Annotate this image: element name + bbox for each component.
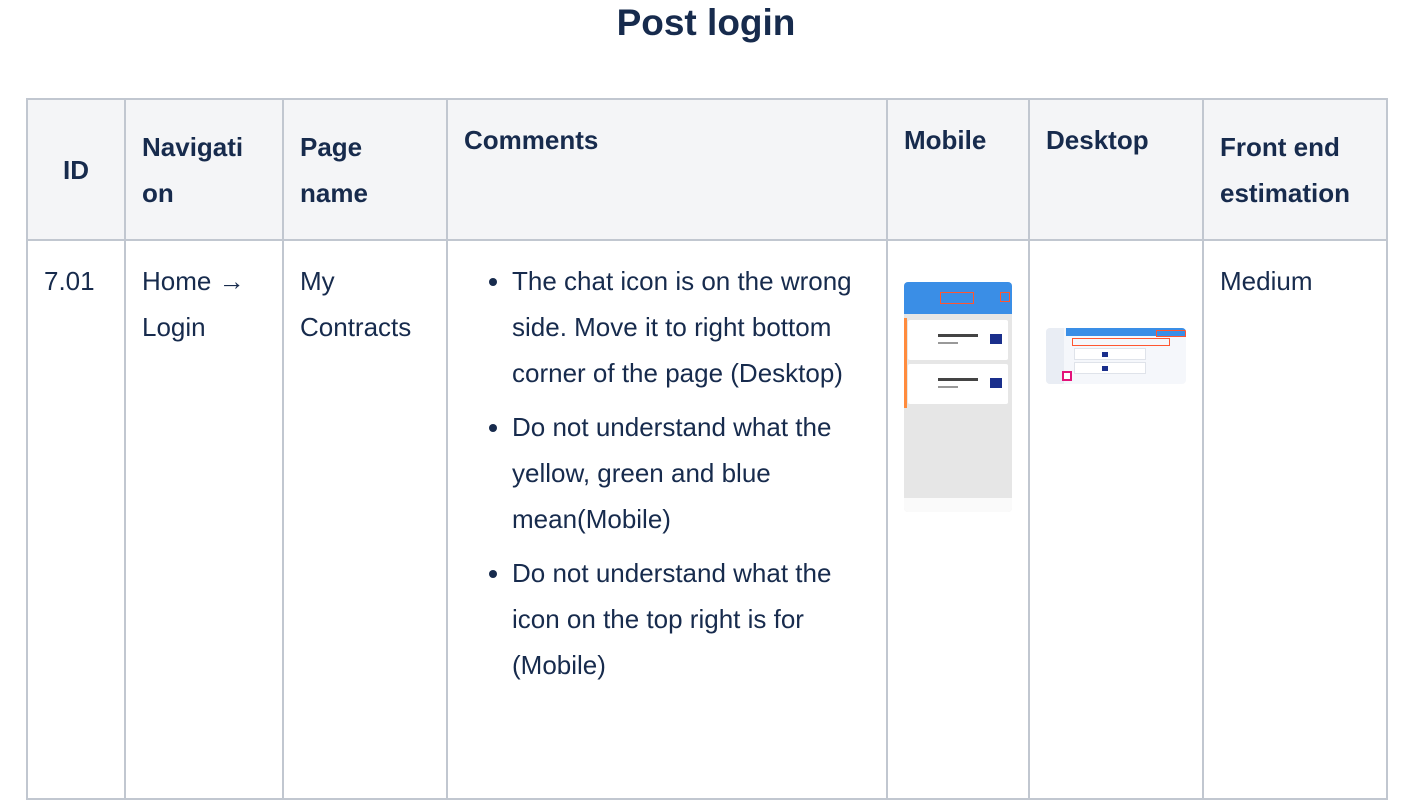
header-front-end-estimation: Front end estimation — [1202, 98, 1388, 241]
header-mobile: Mobile — [886, 98, 1030, 241]
cell-comments: The chat icon is on the wrong side. Move… — [446, 239, 888, 800]
table-row: 7.01 Home → Login My Contracts The chat … — [26, 239, 1388, 800]
header-desktop: Desktop — [1028, 98, 1204, 241]
comment-item: Do not understand what the yellow, green… — [512, 404, 870, 542]
comments-list: The chat icon is on the wrong side. Move… — [464, 258, 870, 688]
comment-item: Do not understand what the icon on the t… — [512, 550, 870, 688]
desktop-screenshot-thumbnail[interactable] — [1046, 328, 1186, 384]
cell-estimation: Medium — [1202, 239, 1388, 800]
header-navigation: Navigati on — [124, 98, 284, 241]
header-page-name: Page name — [282, 98, 448, 241]
cell-page-name: My Contracts — [282, 239, 448, 800]
cell-mobile — [886, 239, 1030, 800]
cell-id: 7.01 — [26, 239, 126, 800]
mobile-screenshot-thumbnail[interactable] — [904, 282, 1012, 512]
table-header-row: ID Navigati on Page name Comments Mobile… — [26, 98, 1388, 241]
page-title: Post login — [616, 2, 796, 43]
header-comments: Comments — [446, 98, 888, 241]
post-login-table: ID Navigati on Page name Comments Mobile… — [26, 98, 1388, 800]
chat-icon — [1062, 371, 1072, 381]
header-id: ID — [26, 98, 126, 241]
comment-item: The chat icon is on the wrong side. Move… — [512, 258, 870, 396]
cell-desktop — [1028, 239, 1204, 800]
cell-navigation: Home → Login — [124, 239, 284, 800]
